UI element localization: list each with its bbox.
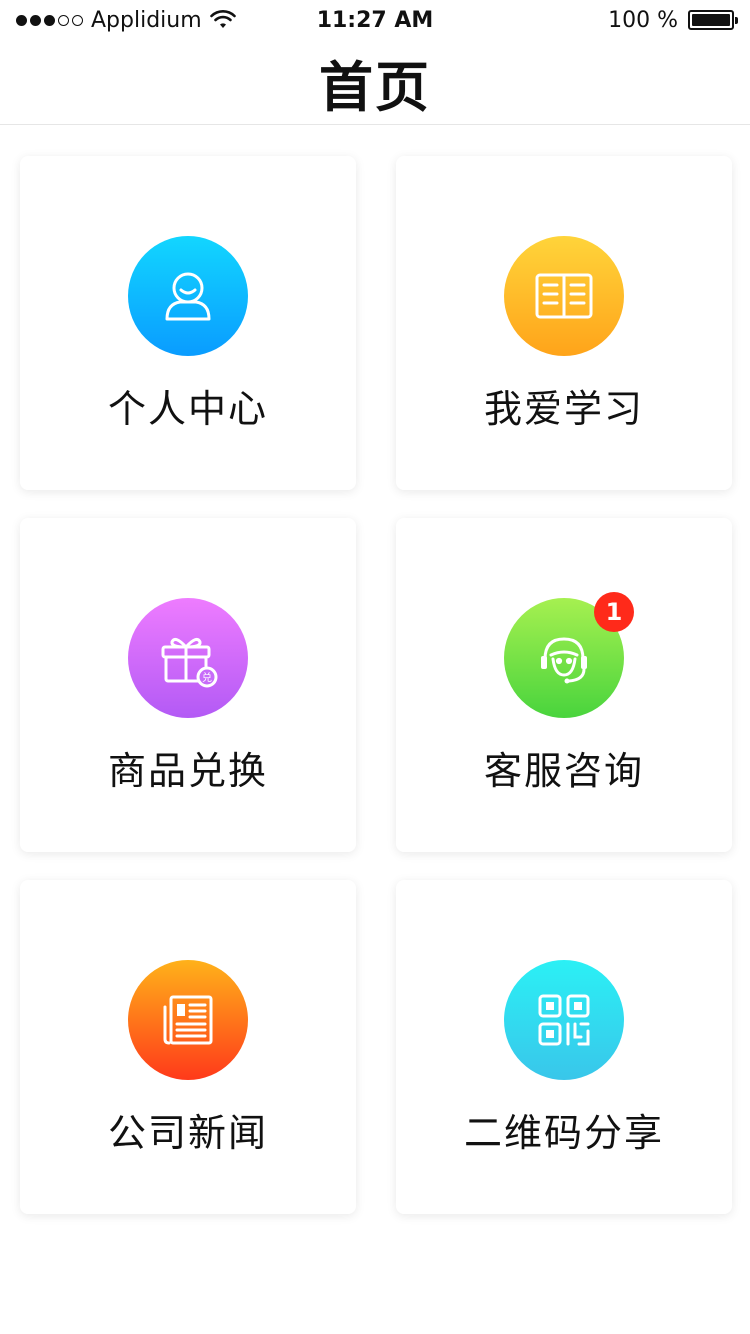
menu-card-label: 二维码分享 [463,1111,664,1155]
menu-card-label: 我爱学习 [483,387,644,431]
notification-badge: 1 [594,592,634,632]
icon-circle [504,236,624,356]
icon-circle [128,236,248,356]
carrier-name: Applidium [91,7,202,33]
menu-card-customer-service[interactable]: 1 客服咨询 [396,518,732,852]
menu-card-personal-center[interactable]: 个人中心 [20,156,356,490]
menu-card-qrcode-share[interactable]: 二维码分享 [396,880,732,1214]
headset-icon [541,637,587,684]
icon-circle: 兑 [128,598,248,718]
nav-bar: 首页 [0,40,750,125]
menu-card-label: 客服咨询 [483,749,644,793]
book-icon [535,273,593,319]
menu-card-love-learning[interactable]: 我爱学习 [396,156,732,490]
icon-circle [504,960,624,1080]
user-icon [165,272,211,321]
menu-grid: 个人中心 我爱学习 兑 商品兑换 1 客服咨询 公司新闻 二维码分享 [20,156,732,1214]
svg-text:兑: 兑 [202,671,212,684]
status-left: Applidium [16,8,236,33]
gift-icon: 兑 [161,637,218,688]
qrcode-icon [538,994,590,1046]
menu-card-product-exchange[interactable]: 兑 商品兑换 [20,518,356,852]
menu-card-label: 商品兑换 [107,749,268,793]
battery-icon [688,10,738,30]
menu-card-label: 公司新闻 [107,1111,268,1155]
newspaper-icon [163,995,213,1045]
status-bar: Applidium 11:27 AM 100 % [0,0,750,40]
status-right: 100 % [608,7,738,33]
page-title: 首页 [319,55,431,119]
menu-card-label: 个人中心 [107,387,268,431]
icon-circle: 1 [504,592,634,718]
menu-card-company-news[interactable]: 公司新闻 [20,880,356,1214]
icon-circle [128,960,248,1080]
signal-strength-icon [16,14,83,26]
battery-percent: 100 % [608,7,678,33]
wifi-icon [209,10,236,28]
